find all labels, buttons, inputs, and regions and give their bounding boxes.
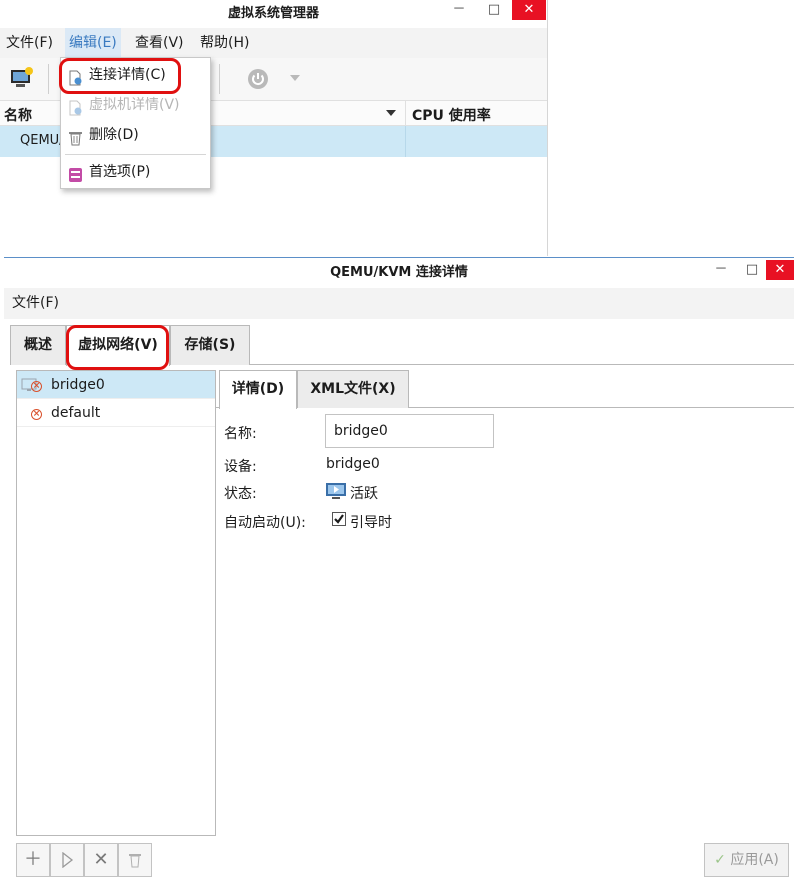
tab-storage[interactable]: 存储(S) <box>170 325 250 365</box>
device-label: 设备: <box>224 459 257 475</box>
toolbar-separator <box>219 64 220 94</box>
menu-vm-details: 虚拟机详情(V) <box>61 90 210 120</box>
menu-preferences-label: 首选项(P) <box>89 164 151 180</box>
apply-button[interactable]: ✓ 应用(A) <box>704 843 789 877</box>
network-name: default <box>51 405 101 421</box>
close-button[interactable]: ✕ <box>766 260 794 280</box>
network-item-bridge0[interactable]: × bridge0 <box>17 371 215 399</box>
power-icon[interactable] <box>247 68 269 90</box>
main-title-bar: 虚拟系统管理器 － □ ✕ <box>0 0 547 28</box>
connection-details-window: QEMU/KVM 连接详情 － □ ✕ 文件(F) 概述 虚拟网络(V) 存储(… <box>4 257 794 891</box>
details-window-title: QEMU/KVM 连接详情 <box>330 265 468 280</box>
stop-network-button[interactable]: ✕ <box>84 843 118 877</box>
column-divider <box>405 126 406 157</box>
minimize-button[interactable]: － <box>704 260 738 280</box>
menu-file[interactable]: 文件(F) <box>8 288 63 319</box>
start-icon <box>60 851 74 873</box>
autostart-label: 自动启动(U): <box>224 515 306 531</box>
state-label: 状态: <box>224 486 257 502</box>
close-button[interactable]: ✕ <box>512 0 546 20</box>
network-name: bridge0 <box>51 377 105 393</box>
main-menubar: 文件(F) 编辑(E) 查看(V) 帮助(H) <box>0 28 547 58</box>
network-detail-panel: 详情(D) XML文件(X) 名称: 设备: bridge0 状态: 活跃 自动… <box>216 370 794 888</box>
tab-virtual-networks[interactable]: 虚拟网络(V) <box>66 325 170 366</box>
menu-separator <box>65 154 206 155</box>
stop-icon: ✕ <box>93 849 109 870</box>
name-label: 名称: <box>224 426 257 442</box>
menu-edit[interactable]: 编辑(E) <box>65 28 121 58</box>
error-circle-icon: × <box>31 381 42 392</box>
connection-label: QEMU/ <box>20 133 64 148</box>
menu-vm-details-label: 虚拟机详情(V) <box>89 97 180 113</box>
details-title-bar: QEMU/KVM 连接详情 － □ ✕ <box>4 258 794 288</box>
subtab-xml[interactable]: XML文件(X) <box>297 370 409 408</box>
name-field[interactable] <box>325 414 494 448</box>
error-circle-icon: × <box>31 409 42 420</box>
menu-connection-details-label: 连接详情(C) <box>89 67 166 83</box>
network-list: × bridge0 × default <box>16 370 216 836</box>
document-info-icon <box>68 97 83 116</box>
start-network-button[interactable] <box>50 843 84 877</box>
document-info-icon <box>68 67 83 86</box>
device-value: bridge0 <box>326 456 380 472</box>
menu-file[interactable]: 文件(F) <box>2 28 57 58</box>
power-dropdown-icon[interactable] <box>290 75 300 81</box>
menu-delete[interactable]: 删除(D) <box>61 120 210 150</box>
maximize-button[interactable]: □ <box>735 260 769 280</box>
menu-delete-label: 删除(D) <box>89 127 139 143</box>
state-value: 活跃 <box>350 486 378 502</box>
state-active-icon <box>326 482 346 500</box>
column-cpu[interactable]: CPU 使用率 <box>412 105 491 125</box>
detail-subtabbar: 详情(D) XML文件(X) <box>216 370 794 409</box>
menu-preferences[interactable]: 首选项(P) <box>61 157 210 187</box>
delete-network-button[interactable] <box>118 843 152 877</box>
trash-icon <box>68 127 83 146</box>
maximize-button[interactable]: □ <box>477 0 511 20</box>
details-tabbar: 概述 虚拟网络(V) 存储(S) <box>10 325 794 366</box>
toolbar-separator <box>48 64 49 94</box>
add-icon: ＋ <box>24 849 42 870</box>
edit-menu: 连接详情(C) 虚拟机详情(V) 删除(D) 首选项(P) <box>60 57 211 189</box>
checkmark-icon: ✓ <box>714 852 726 868</box>
autostart-checkbox[interactable] <box>332 512 346 526</box>
column-divider <box>405 101 406 127</box>
tab-overview[interactable]: 概述 <box>10 325 66 365</box>
column-sort-icon[interactable] <box>386 110 396 116</box>
subtab-details[interactable]: 详情(D) <box>219 370 297 409</box>
menu-view[interactable]: 查看(V) <box>131 28 188 58</box>
details-menubar: 文件(F) <box>4 288 794 319</box>
add-network-button[interactable]: ＋ <box>16 843 50 877</box>
autostart-value: 引导时 <box>350 515 392 531</box>
menu-connection-details[interactable]: 连接详情(C) <box>61 60 210 90</box>
column-name[interactable]: 名称 <box>4 105 32 125</box>
delete-icon <box>128 852 142 873</box>
apply-label: 应用(A) <box>730 852 779 868</box>
preferences-icon <box>68 164 83 182</box>
network-item-default[interactable]: × default <box>17 399 215 427</box>
menu-help[interactable]: 帮助(H) <box>196 28 253 58</box>
minimize-button[interactable]: － <box>442 0 476 20</box>
new-vm-icon[interactable] <box>10 67 34 89</box>
